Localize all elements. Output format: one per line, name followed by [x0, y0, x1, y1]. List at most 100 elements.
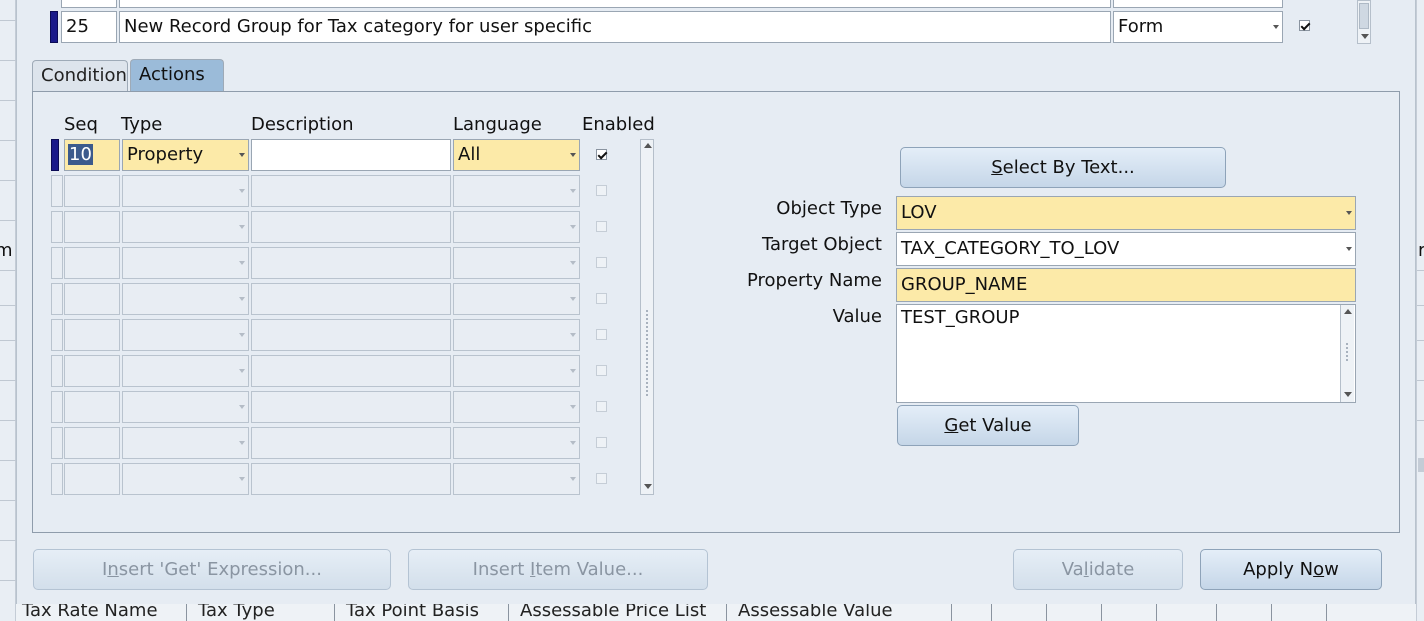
empty-row-description[interactable] — [251, 211, 451, 243]
target-object-select[interactable]: TAX_CATEGORY_TO_LOV — [896, 232, 1356, 266]
empty-row-indicator[interactable] — [51, 391, 63, 423]
empty-row-description[interactable] — [251, 355, 451, 387]
empty-row-seq[interactable] — [64, 283, 120, 315]
empty-row-seq[interactable] — [64, 247, 120, 279]
actions-table-scrollbar[interactable] — [640, 139, 654, 495]
empty-row-language-select[interactable] — [453, 283, 580, 315]
empty-row-seq[interactable] — [64, 427, 120, 459]
select-by-text-button[interactable]: Select By Text... — [900, 147, 1226, 188]
empty-row-enabled-checkbox[interactable] — [596, 185, 607, 196]
empty-row-language-select[interactable] — [453, 211, 580, 243]
empty-row-enabled-checkbox[interactable] — [596, 257, 607, 268]
empty-row-seq[interactable] — [64, 319, 120, 351]
empty-row-enabled-checkbox[interactable] — [596, 437, 607, 448]
empty-row-indicator[interactable] — [51, 319, 63, 351]
insert-get-expression-button[interactable]: Insert 'Get' Expression... — [33, 549, 391, 590]
empty-row-type-select[interactable] — [122, 391, 249, 423]
property-name-input[interactable]: GROUP_NAME — [896, 268, 1356, 302]
top-row-description[interactable]: New Record Group for Tax category for us… — [119, 11, 1111, 43]
scroll-up-icon[interactable] — [1344, 309, 1352, 314]
empty-row-type-select[interactable] — [122, 319, 249, 351]
empty-row-type-select[interactable] — [122, 283, 249, 315]
empty-row-indicator[interactable] — [51, 247, 63, 279]
empty-row-type-select[interactable] — [122, 211, 249, 243]
background-col-tax-type: Tax Type — [198, 604, 275, 621]
empty-row-type-select[interactable] — [122, 427, 249, 459]
current-row-indicator[interactable] — [50, 11, 58, 43]
insert-item-value-button[interactable]: Insert Item Value... — [408, 549, 708, 590]
background-window-right-edge: r — [1416, 0, 1424, 621]
empty-row-language-select[interactable] — [453, 247, 580, 279]
empty-row-indicator[interactable] — [51, 427, 63, 459]
empty-row-description[interactable] — [251, 319, 451, 351]
empty-row-enabled-checkbox[interactable] — [596, 221, 607, 232]
empty-row-description[interactable] — [251, 247, 451, 279]
empty-row-language-select[interactable] — [453, 319, 580, 351]
chevron-down-icon — [570, 477, 576, 481]
object-type-select[interactable]: LOV — [896, 196, 1356, 230]
prev-row-seq[interactable] — [61, 0, 117, 8]
value-textarea[interactable]: TEST_GROUP — [896, 304, 1356, 403]
scroll-up-icon[interactable] — [644, 143, 652, 148]
empty-row-seq[interactable] — [64, 463, 120, 495]
empty-row-seq[interactable] — [64, 175, 120, 207]
empty-row-type-select[interactable] — [122, 463, 249, 495]
chevron-down-icon — [239, 153, 245, 157]
chevron-down-icon — [239, 225, 245, 229]
empty-row-language-select[interactable] — [453, 463, 580, 495]
empty-row-seq[interactable] — [64, 391, 120, 423]
empty-row-type-select[interactable] — [122, 175, 249, 207]
action-row-description[interactable] — [251, 139, 451, 171]
empty-row-language-select[interactable] — [453, 355, 580, 387]
empty-row-indicator[interactable] — [51, 175, 63, 207]
action-row-indicator[interactable] — [51, 139, 59, 171]
empty-row-description[interactable] — [251, 283, 451, 315]
top-row-level-select[interactable]: Form — [1113, 11, 1283, 43]
top-row-enabled-checkbox[interactable] — [1299, 20, 1310, 31]
action-row-language-select[interactable]: All — [453, 139, 580, 171]
prev-row-description[interactable] — [119, 0, 1111, 8]
scrollbar-thumb[interactable] — [1359, 3, 1369, 29]
top-table-scrollbar[interactable] — [1357, 0, 1371, 44]
action-row-seq[interactable]: 10 — [64, 139, 120, 171]
empty-row-enabled-checkbox[interactable] — [596, 473, 607, 484]
empty-row-seq[interactable] — [64, 211, 120, 243]
empty-row-language-select[interactable] — [453, 427, 580, 459]
object-type-value: LOV — [901, 202, 937, 223]
empty-row-indicator[interactable] — [51, 355, 63, 387]
target-object-label: Target Object — [761, 234, 882, 255]
empty-row-language-select[interactable] — [453, 391, 580, 423]
chevron-down-icon — [239, 297, 245, 301]
empty-row-type-select[interactable] — [122, 247, 249, 279]
empty-row-description[interactable] — [251, 427, 451, 459]
scroll-down-icon[interactable] — [644, 484, 652, 489]
empty-row-enabled-checkbox[interactable] — [596, 401, 607, 412]
empty-row-enabled-checkbox[interactable] — [596, 365, 607, 376]
empty-row-indicator[interactable] — [51, 211, 63, 243]
empty-row-enabled-checkbox[interactable] — [596, 293, 607, 304]
empty-row-description[interactable] — [251, 463, 451, 495]
validate-button[interactable]: Validate — [1013, 549, 1183, 590]
tab-condition[interactable]: Condition — [32, 60, 128, 92]
scrollbar-grip[interactable] — [644, 310, 650, 398]
empty-row-description[interactable] — [251, 391, 451, 423]
apply-now-button[interactable]: Apply Now — [1200, 549, 1382, 590]
value-scrollbar[interactable] — [1340, 305, 1354, 402]
scroll-down-icon[interactable] — [1361, 34, 1369, 39]
empty-row-language-select[interactable] — [453, 175, 580, 207]
empty-row-indicator[interactable] — [51, 463, 63, 495]
chevron-down-icon — [239, 333, 245, 337]
action-row-type-select[interactable]: Property — [122, 139, 249, 171]
empty-row-description[interactable] — [251, 175, 451, 207]
scrollbar-grip[interactable] — [1344, 343, 1350, 363]
action-row-enabled-checkbox[interactable] — [596, 149, 607, 160]
scroll-down-icon[interactable] — [1344, 392, 1352, 397]
empty-row-enabled-checkbox[interactable] — [596, 329, 607, 340]
get-value-button[interactable]: Get Value — [897, 405, 1079, 446]
tab-actions[interactable]: Actions — [130, 59, 224, 92]
empty-row-seq[interactable] — [64, 355, 120, 387]
top-row-seq[interactable]: 25 — [61, 11, 117, 43]
prev-row-level[interactable] — [1113, 0, 1283, 8]
empty-row-type-select[interactable] — [122, 355, 249, 387]
empty-row-indicator[interactable] — [51, 283, 63, 315]
